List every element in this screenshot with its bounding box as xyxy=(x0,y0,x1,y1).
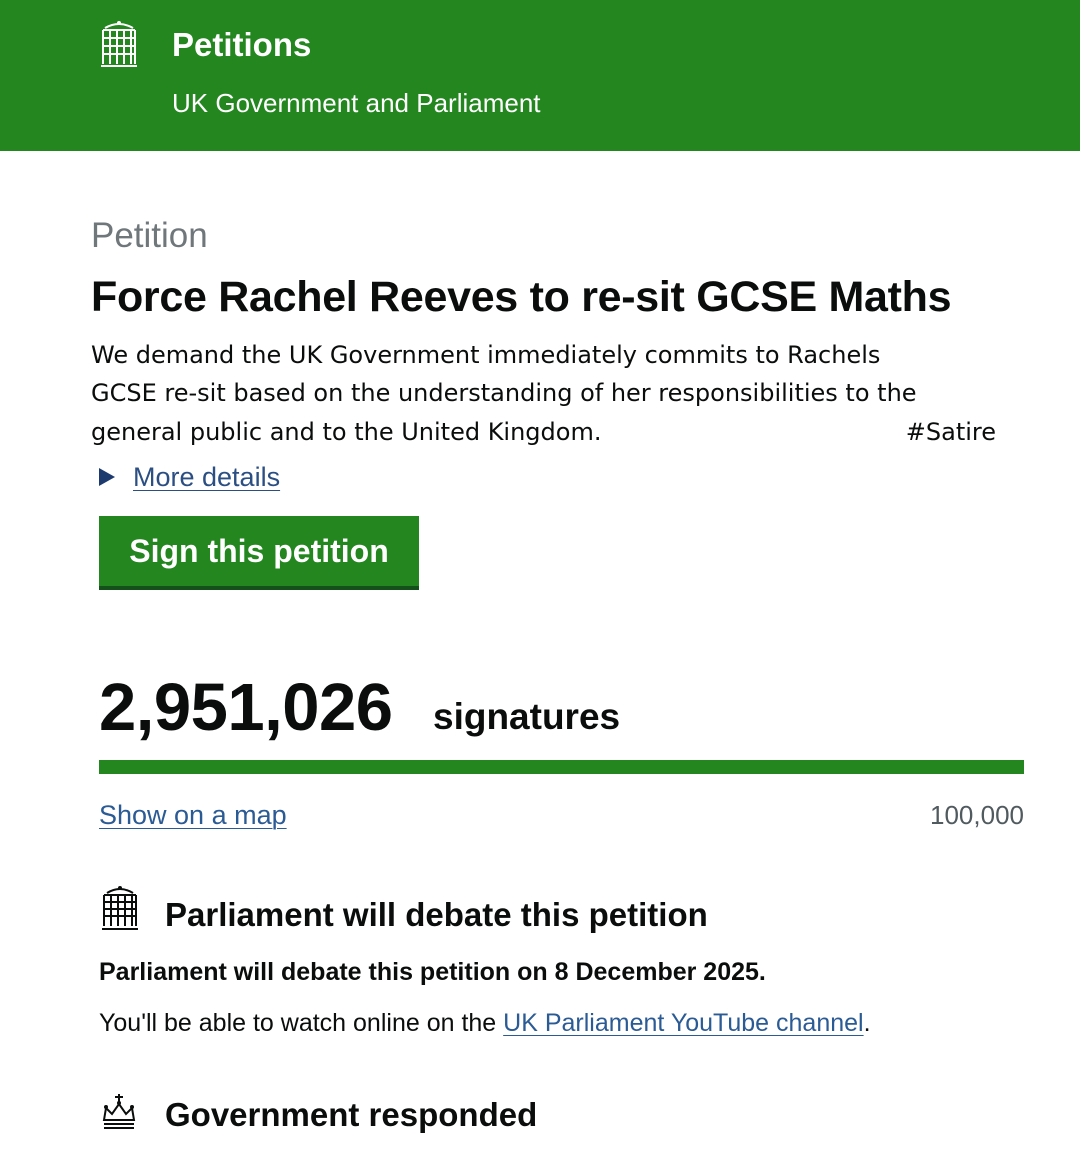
petition-description-line: general public and to the United Kingdom… xyxy=(91,416,996,448)
site-header: Petitions UK Government and Parliament xyxy=(0,0,1080,151)
signature-threshold: 100,000 xyxy=(930,800,1024,830)
youtube-channel-link[interactable]: UK Parliament YouTube channel xyxy=(503,1009,863,1037)
debate-heading: Parliament will debate this petition xyxy=(165,896,708,933)
watch-prefix: You'll be able to watch online on the xyxy=(99,1009,504,1037)
site-subtitle: UK Government and Parliament xyxy=(172,88,541,118)
watch-suffix: . xyxy=(863,1009,871,1037)
more-details-link[interactable]: More details xyxy=(133,460,280,494)
more-details-toggle[interactable]: More details xyxy=(99,460,280,494)
signature-label: signatures xyxy=(433,696,621,737)
page-caption: Petition xyxy=(91,216,208,255)
triangle-right-icon xyxy=(99,468,115,486)
debate-date-text: Parliament will debate this petition on … xyxy=(99,958,766,986)
site-title[interactable]: Petitions xyxy=(172,25,311,65)
signature-progress-bar xyxy=(99,760,1024,774)
petition-description-line: We demand the UK Government immediately … xyxy=(91,341,881,369)
portcullis-icon xyxy=(102,886,138,930)
watch-online-text: You'll be able to watch online on the UK… xyxy=(99,1006,871,1040)
crown-icon xyxy=(102,1094,136,1129)
sign-petition-button[interactable]: Sign this petition xyxy=(99,516,419,586)
signature-progress-fill xyxy=(99,760,1024,774)
petition-title: Force Rachel Reeves to re-sit GCSE Maths xyxy=(91,273,952,321)
signature-count: 2,951,026 xyxy=(99,670,393,745)
satire-hashtag: #Satire xyxy=(905,418,996,446)
petition-description-line: GCSE re-sit based on the understanding o… xyxy=(91,379,917,407)
portcullis-icon xyxy=(101,21,137,67)
description-text: general public and to the United Kingdom… xyxy=(91,418,602,446)
show-on-map-link[interactable]: Show on a map xyxy=(99,798,287,832)
government-responded-heading: Government responded xyxy=(165,1096,538,1133)
